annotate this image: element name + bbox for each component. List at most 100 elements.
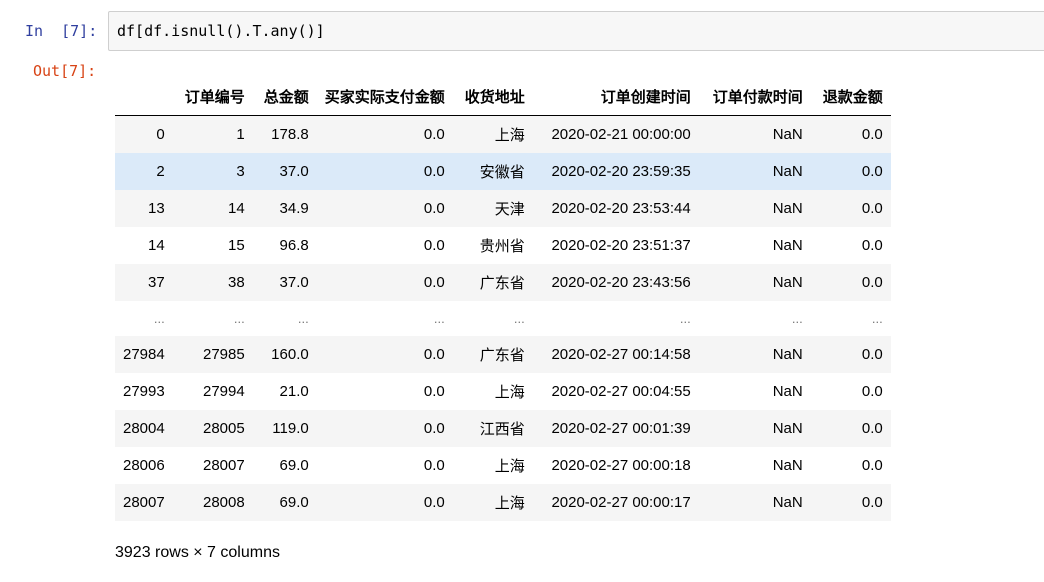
cell-total-amount: 178.8: [252, 115, 317, 153]
cell-address: 上海: [452, 115, 533, 153]
ellipsis-row: ........................: [115, 301, 891, 336]
cell-row-index: 27984: [115, 336, 173, 373]
table-row: 2 3 37.0 0.0 安徽省 2020-02-20 23:59:35 NaN 0.0: [115, 153, 891, 190]
cell-created-time: 2020-02-27 00:00:18: [532, 447, 699, 484]
cell-refund-amount: 0.0: [810, 153, 891, 190]
header-row: 订单编号 总金额 买家实际支付金额 收货地址 订单创建时间 订单付款时间 退款金…: [115, 78, 891, 116]
cell-pay-time: NaN: [698, 264, 811, 301]
cell-row-index: 28007: [115, 484, 173, 521]
cell-pay-time: NaN: [698, 447, 811, 484]
code-line[interactable]: df[df.isnull().T.any()]: [117, 22, 325, 40]
cell-created-time: 2020-02-27 00:01:39: [532, 410, 699, 447]
column-header-refund-amount: 退款金额: [810, 78, 891, 116]
column-header-address: 收货地址: [452, 78, 533, 116]
cell-total-amount: 34.9: [252, 190, 317, 227]
column-header-created-time: 订单创建时间: [532, 78, 699, 116]
cell-refund-amount: 0.0: [810, 115, 891, 153]
table-row: 27993 27994 21.0 0.0 上海 2020-02-27 00:04:55 Na…: [115, 373, 891, 410]
cell-total-amount: 160.0: [252, 336, 317, 373]
cell-created-time: 2020-02-27 00:14:58: [532, 336, 699, 373]
cell-row-index: 37: [115, 264, 173, 301]
cell-order-id: ...: [233, 311, 245, 326]
cell-address: 江西省: [452, 410, 533, 447]
cell-address: 安徽省: [452, 153, 533, 190]
table-body: 0 1 178.8 0.0 上海 2020-02-21 00:00:00 NaN 0.0 2 3 3…: [115, 115, 891, 521]
cell-address: 贵州省: [452, 227, 533, 264]
cell-total-amount: 69.0: [252, 484, 317, 521]
cell-paid-amount: 0.0: [316, 264, 453, 301]
cell-created-time: ...: [679, 311, 691, 326]
cell-paid-amount: 0.0: [316, 190, 453, 227]
table-row: 14 15 96.8 0.0 贵州省 2020-02-20 23:51:37 NaN 0.0: [115, 227, 891, 264]
cell-row-index: 27993: [115, 373, 173, 410]
cell-total-amount: 119.0: [252, 410, 317, 447]
cell-refund-amount: 0.0: [810, 336, 891, 373]
cell-address: 广东省: [452, 264, 533, 301]
cell-paid-amount: 0.0: [316, 373, 453, 410]
cell-row-index: 28004: [115, 410, 173, 447]
input-prompt: In [7]:: [25, 22, 98, 40]
cell-row-index: ...: [153, 311, 165, 326]
table-row: 28006 28007 69.0 0.0 上海 2020-02-27 00:00:18 Na…: [115, 447, 891, 484]
cell-created-time: 2020-02-27 00:00:17: [532, 484, 699, 521]
cell-address: 上海: [452, 484, 533, 521]
table-shape-summary: 3923 rows × 7 columns: [115, 544, 280, 561]
cell-row-index: 2: [115, 153, 173, 190]
cell-address: 广东省: [452, 336, 533, 373]
column-header-paid-amount: 买家实际支付金额: [316, 78, 453, 116]
cell-paid-amount: 0.0: [316, 410, 453, 447]
cell-order-id: 27985: [172, 336, 253, 373]
cell-refund-amount: 0.0: [810, 190, 891, 227]
code-input-area[interactable]: df[df.isnull().T.any()]: [108, 11, 1044, 51]
cell-order-id: 1: [172, 115, 253, 153]
cell-paid-amount: 0.0: [316, 115, 453, 153]
cell-order-id: 28005: [172, 410, 253, 447]
column-header-pay-time: 订单付款时间: [698, 78, 811, 116]
cell-refund-amount: 0.0: [810, 373, 891, 410]
cell-order-id: 28008: [172, 484, 253, 521]
cell-address: 上海: [452, 373, 533, 410]
cell-refund-amount: 0.0: [810, 227, 891, 264]
cell-row-index: 28006: [115, 447, 173, 484]
cell-pay-time: NaN: [698, 115, 811, 153]
cell-total-amount: 37.0: [252, 153, 317, 190]
cell-order-id: 27994: [172, 373, 253, 410]
cell-pay-time: NaN: [698, 153, 811, 190]
cell-pay-time: NaN: [698, 484, 811, 521]
cell-total-amount: 37.0: [252, 264, 317, 301]
cell-address: 天津: [452, 190, 533, 227]
cell-order-id: 38: [172, 264, 253, 301]
column-header-index: [115, 78, 173, 116]
cell-address: ...: [513, 311, 525, 326]
table-row: 0 1 178.8 0.0 上海 2020-02-21 00:00:00 NaN 0.0: [115, 115, 891, 153]
cell-created-time: 2020-02-20 23:53:44: [532, 190, 699, 227]
cell-paid-amount: 0.0: [316, 447, 453, 484]
cell-total-amount: ...: [297, 311, 309, 326]
cell-address: 上海: [452, 447, 533, 484]
cell-refund-amount: 0.0: [810, 484, 891, 521]
column-header-order-id: 订单编号: [172, 78, 253, 116]
cell-paid-amount: 0.0: [316, 227, 453, 264]
cell-refund-amount: 0.0: [810, 410, 891, 447]
cell-refund-amount: 0.0: [810, 447, 891, 484]
table-header: 订单编号 总金额 买家实际支付金额 收货地址 订单创建时间 订单付款时间 退款金…: [115, 78, 891, 116]
cell-created-time: 2020-02-27 00:04:55: [532, 373, 699, 410]
cell-total-amount: 21.0: [252, 373, 317, 410]
cell-refund-amount: ...: [871, 311, 883, 326]
cell-paid-amount: 0.0: [316, 484, 453, 521]
cell-order-id: 15: [172, 227, 253, 264]
cell-order-id: 28007: [172, 447, 253, 484]
cell-pay-time: NaN: [698, 227, 811, 264]
cell-pay-time: ...: [791, 311, 803, 326]
cell-paid-amount: 0.0: [316, 153, 453, 190]
cell-pay-time: NaN: [698, 336, 811, 373]
column-header-total-amount: 总金额: [252, 78, 317, 116]
table-row: 37 38 37.0 0.0 广东省 2020-02-20 23:43:56 NaN 0.0: [115, 264, 891, 301]
table-row: 13 14 34.9 0.0 天津 2020-02-20 23:53:44 NaN 0.0: [115, 190, 891, 227]
cell-order-id: 3: [172, 153, 253, 190]
output-prompt: Out[7]:: [33, 62, 97, 80]
dataframe-table: 订单编号 总金额 买家实际支付金额 收货地址 订单创建时间 订单付款时间 退款金…: [115, 78, 891, 521]
cell-paid-amount: ...: [433, 311, 445, 326]
table-row: 28007 28008 69.0 0.0 上海 2020-02-27 00:00:17 Na…: [115, 484, 891, 521]
cell-total-amount: 96.8: [252, 227, 317, 264]
